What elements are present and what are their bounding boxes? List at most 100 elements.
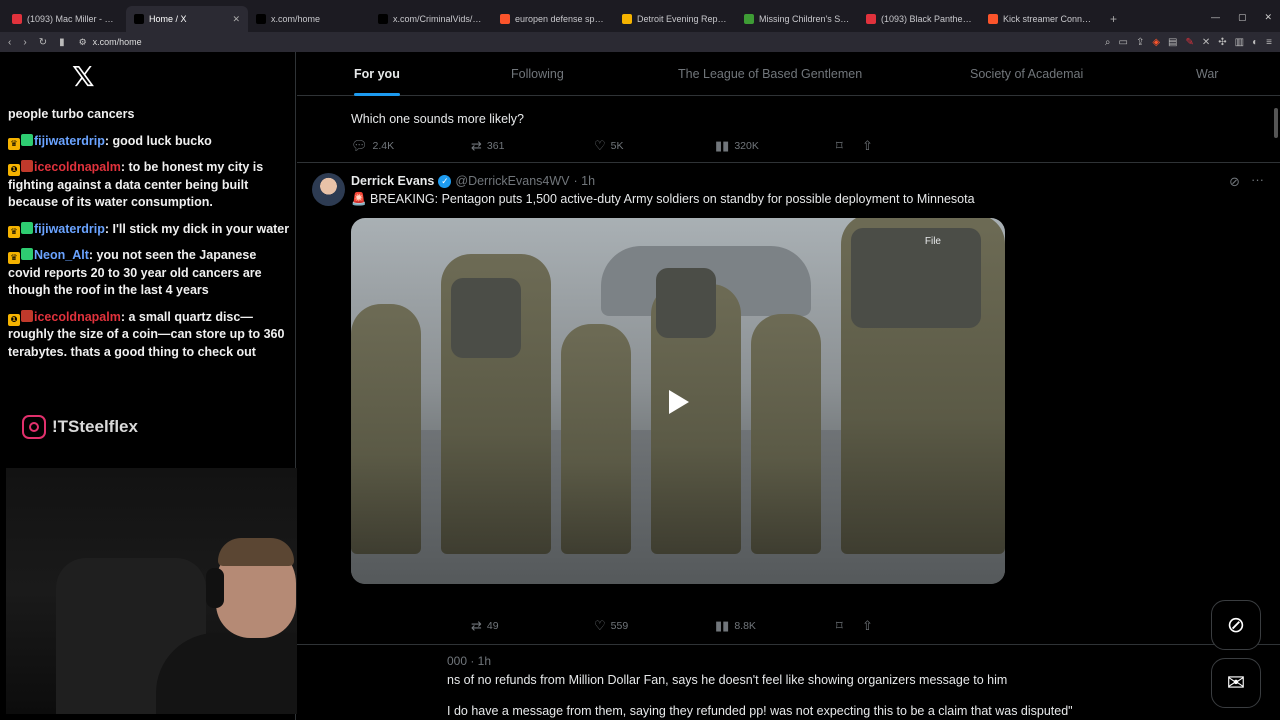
instagram-icon <box>22 415 46 439</box>
tab-war[interactable]: War <box>1196 52 1218 96</box>
avatar[interactable] <box>312 173 345 206</box>
share-icon[interactable]: ⇪ <box>1136 37 1144 48</box>
main-timeline: For you Following The League of Based Ge… <box>297 52 1280 720</box>
chat-username[interactable]: fijiwaterdrip <box>34 134 105 148</box>
chat-text: : I'll stick my dick in your water <box>104 221 290 236</box>
repost-icon: ⇄ <box>471 618 482 633</box>
sidebar-icon[interactable]: ▥ <box>1235 37 1244 48</box>
close-window-icon[interactable]: ✕ <box>1264 12 1272 23</box>
bookmark-button[interactable]: ⌑ <box>836 618 843 634</box>
browser-tab[interactable]: Home / X ✕ <box>126 6 248 32</box>
bookmark-button[interactable]: ⌑ <box>836 138 843 154</box>
post-author: Derrick Evans ✓ @DerrickEvans4WV · 1h <box>351 174 595 188</box>
browser-tab[interactable]: Detroit Evening Report: Hundreds in <box>614 6 736 32</box>
play-icon[interactable] <box>669 390 689 414</box>
author-handle[interactable]: @DerrickEvans4WV <box>455 174 569 188</box>
chat-username[interactable]: Neon_Alt <box>34 248 89 262</box>
browser-tab[interactable]: (1093) Black Panther Says Ice Is Gone <box>858 6 980 32</box>
like-button[interactable]: ♡ 559 <box>594 618 628 634</box>
like-button[interactable]: ♡ 5K <box>594 138 624 154</box>
browser-tab[interactable]: x.com/CriminalVids/status/20123153 <box>370 6 492 32</box>
tab-label: For you <box>354 67 400 81</box>
chat-badge-icon <box>21 133 33 146</box>
post-body: 🚨 BREAKING: Pentagon puts 1,500 active-d… <box>351 192 975 206</box>
menu-icon[interactable]: ≡ <box>1266 37 1272 48</box>
wallet-icon[interactable]: ▤ <box>1168 37 1177 48</box>
profile-icon[interactable]: ◐ <box>1252 37 1258 48</box>
site-settings-icon[interactable]: ⚙ <box>79 37 87 48</box>
reply-button[interactable]: 💬︎ 2.4K <box>351 138 394 154</box>
chat-partial-message: people turbo cancers <box>8 107 135 121</box>
back-icon[interactable]: ‹ <box>8 37 11 48</box>
bookmark-icon[interactable]: ▮ <box>59 37 65 48</box>
repost-button[interactable]: ⇄ 49 <box>471 618 499 634</box>
tab-favicon-icon <box>622 14 632 24</box>
browser-tab[interactable]: Kick streamer Conner gets filmed by <box>980 6 1102 32</box>
tab-favicon-icon <box>12 14 22 24</box>
chat-username[interactable]: fijiwaterdrip <box>34 222 105 236</box>
chat-message: ❶ icecoldnapalm: a small quartz disc—roug… <box>8 309 290 362</box>
tab-title: Missing Children's Statistics - Global <box>759 14 850 24</box>
x-extension-icon[interactable]: ✕ <box>1202 37 1210 48</box>
new-tab-icon[interactable]: + <box>1102 6 1125 32</box>
x-logo-icon[interactable]: 𝕏 <box>72 60 95 93</box>
media-tag: File <box>924 236 941 247</box>
post-video[interactable]: File <box>351 218 1005 584</box>
chat-badge-icon <box>21 309 33 322</box>
share-button[interactable]: ⇧ <box>862 618 873 634</box>
tab-title: (1093) Black Panther Says Ice Is Gone <box>881 14 972 24</box>
puzzle-icon[interactable]: ✣ <box>1218 37 1226 48</box>
repost-icon: ⇄ <box>471 138 482 153</box>
next-post-body: ns of no refunds from Million Dollar Fan… <box>447 673 1008 687</box>
display-name[interactable]: Derrick Evans <box>351 174 434 188</box>
chat-message: ♛ fijiwaterdrip: I'll stick my dick in yo… <box>8 221 290 239</box>
tab-following[interactable]: Following <box>511 52 564 96</box>
verified-badge-icon: ✓ <box>438 174 452 188</box>
next-post-time[interactable]: 000 · 1h <box>447 654 491 668</box>
tab-for-you[interactable]: For you <box>354 52 400 96</box>
browser-tab[interactable]: x.com/home <box>248 6 370 32</box>
browser-tab[interactable]: europen defense spending - Brave Se <box>492 6 614 32</box>
forward-icon[interactable]: › <box>23 37 26 48</box>
tab-strip: (1093) Mac Miller - Donald Trump - Home /… <box>0 6 1102 32</box>
reply-count: 2.4K <box>372 140 395 152</box>
share-button[interactable]: ⇧ <box>862 138 873 154</box>
browser-tab[interactable]: (1093) Mac Miller - Donald Trump - <box>4 6 126 32</box>
nav-buttons: ‹ › ↻ ▮ <box>8 37 65 48</box>
tab-league-of-based-gentlemen[interactable]: The League of Based Gentlemen <box>678 52 862 96</box>
brave-shield-icon[interactable]: ◈ <box>1152 37 1160 48</box>
post-time[interactable]: · 1h <box>574 174 596 188</box>
tab-favicon-icon <box>378 14 388 24</box>
close-tab-icon[interactable]: ✕ <box>232 14 240 25</box>
scrollbar[interactable] <box>1274 108 1278 138</box>
zoom-icon[interactable]: ⌕ <box>1105 37 1111 48</box>
backpack <box>851 228 981 328</box>
reload-icon[interactable]: ↻ <box>39 37 47 48</box>
backpack <box>656 268 716 338</box>
chat-badge-icon <box>21 248 33 260</box>
chat-badge-icon <box>21 160 33 172</box>
heart-icon: ♡ <box>594 138 606 153</box>
tab-label: Society of Academai <box>970 67 1084 81</box>
bookmark-icon: ⌑ <box>836 138 843 153</box>
more-options-icon[interactable]: ··· <box>1251 172 1264 187</box>
cast-icon[interactable]: ▭ <box>1118 37 1127 48</box>
tab-society-of-academai[interactable]: Society of Academai <box>970 52 1083 96</box>
chat-username[interactable]: icecoldnapalm <box>34 160 121 174</box>
maximize-icon[interactable]: ▢ <box>1238 12 1247 23</box>
chat-username[interactable]: icecoldnapalm <box>34 310 121 324</box>
grok-icon[interactable]: ⊘ <box>1229 174 1240 190</box>
views-button[interactable]: ▮▮ 8.8K <box>715 618 756 634</box>
extension-icon[interactable]: ✎ <box>1185 37 1193 48</box>
browser-tab[interactable]: Missing Children's Statistics - Global <box>736 6 858 32</box>
tab-label: The League of Based Gentlemen <box>678 67 863 81</box>
url-field[interactable]: x.com/home <box>93 37 142 47</box>
views-button[interactable]: ▮▮ 320K <box>715 138 759 154</box>
grok-fab-icon[interactable]: ⊘ <box>1211 600 1261 650</box>
repost-button[interactable]: ⇄ 361 <box>471 138 504 154</box>
chat-badge-icon: ♛ <box>8 137 20 150</box>
browser-tab-bar: (1093) Mac Miller - Donald Trump - Home /… <box>0 0 1280 32</box>
next-post-body-continued: I do have a message from them, saying th… <box>447 704 1073 718</box>
messages-envelope-icon[interactable]: ✉ <box>1211 658 1261 708</box>
minimize-icon[interactable]: — <box>1211 12 1220 23</box>
